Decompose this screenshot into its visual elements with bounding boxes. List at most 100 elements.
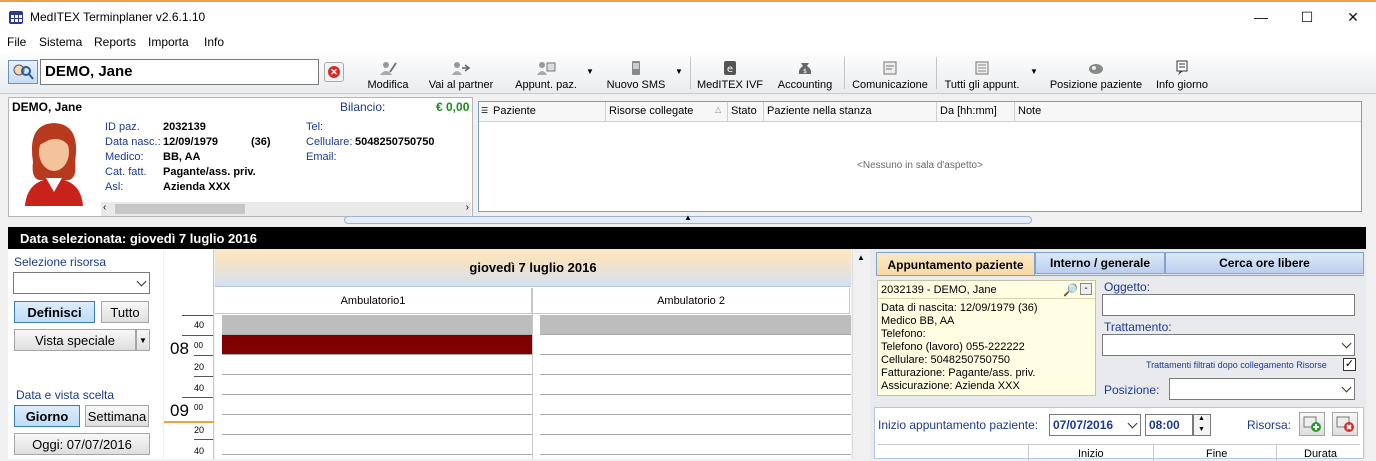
current-time-marker: [164, 421, 214, 423]
time-input[interactable]: 08:00: [1145, 414, 1193, 436]
waiting-room-grid[interactable]: ☰ Paziente Risorse collegate △ Stato Paz…: [478, 101, 1362, 212]
col-divider: [605, 102, 606, 122]
asl-label: Asl:: [105, 181, 124, 193]
blocked-slot: [222, 315, 533, 335]
tutto-button[interactable]: Tutto: [101, 301, 149, 323]
time-divider: [194, 355, 213, 356]
resource-table-header: Inizio Fine Durata: [878, 444, 1360, 461]
info-horizontal-scrollbar[interactable]: ‹ ›: [101, 202, 471, 216]
patient-info-panel: DEMO, Jane Bilancio: € 0,00 ID paz. 2032…: [8, 97, 473, 217]
col-note[interactable]: Note: [1018, 105, 1041, 117]
card-line: Telefono:: [881, 328, 926, 340]
menu-reports[interactable]: Reports: [94, 35, 136, 49]
scroll-thumb[interactable]: [115, 204, 245, 214]
filtro-checkbox[interactable]: ✓: [1343, 358, 1356, 371]
col-risorse-collegate[interactable]: Risorse collegate: [609, 105, 693, 117]
free-slot[interactable]: [222, 355, 533, 375]
time-label: 40: [194, 320, 205, 330]
maximize-button[interactable]: ☐: [1284, 2, 1330, 32]
tutti-gli-appunt-button[interactable]: Tutti gli appunt.: [942, 55, 1022, 91]
search-icon[interactable]: 🔎: [1063, 283, 1078, 297]
tutti-gli-appunt-dropdown-icon[interactable]: ▼: [1030, 67, 1038, 76]
oggetto-input[interactable]: [1102, 294, 1355, 316]
col-da-hhmm[interactable]: Da [hh:mm]: [940, 105, 997, 117]
posizione-select[interactable]: [1169, 378, 1355, 400]
nuovo-sms-button[interactable]: Nuovo SMS: [604, 55, 668, 91]
minimize-button[interactable]: —: [1238, 2, 1284, 32]
resource-select[interactable]: [13, 272, 150, 294]
scroll-right-icon[interactable]: ›: [466, 202, 469, 213]
date-picker[interactable]: 07/07/2016: [1049, 414, 1141, 436]
posizione-paziente-button[interactable]: Posizione paziente: [1046, 55, 1146, 91]
free-slot[interactable]: [540, 415, 851, 435]
appunt-paz-button[interactable]: Appunt. paz.: [510, 55, 582, 91]
appunt-paz-dropdown-icon[interactable]: ▼: [586, 67, 594, 76]
free-slot[interactable]: [222, 395, 533, 415]
chevron-down-icon: [1127, 418, 1138, 429]
vista-speciale-button[interactable]: Vista speciale: [14, 329, 136, 351]
free-slot[interactable]: [540, 355, 851, 375]
scroll-up-icon[interactable]: ▲: [857, 253, 865, 262]
add-resource-button[interactable]: [1299, 412, 1325, 436]
clear-patient-button[interactable]: ✕: [324, 62, 344, 82]
tab-cerca-ore-libere[interactable]: Cerca ore libere: [1165, 252, 1364, 274]
free-slot[interactable]: [540, 375, 851, 395]
vista-speciale-dropdown-icon[interactable]: ▼: [136, 329, 150, 351]
time-spinner[interactable]: ▲ ▼: [1193, 414, 1211, 436]
booked-slot[interactable]: [222, 335, 533, 355]
all-appointments-icon: [975, 61, 989, 75]
col-paziente[interactable]: Paziente: [493, 105, 536, 117]
col-paziente-nella-stanza[interactable]: Paziente nella stanza: [767, 105, 872, 117]
scroll-left-icon[interactable]: ‹: [103, 202, 106, 213]
appointment-time-section: Inizio appuntamento paziente: 07/07/2016…: [874, 407, 1364, 461]
tab-interno-generale[interactable]: Interno / generale: [1035, 252, 1165, 274]
sort-asc-icon: △: [715, 105, 722, 114]
free-slot[interactable]: [222, 375, 533, 395]
patient-search-button[interactable]: [8, 60, 38, 84]
trattamento-select[interactable]: [1102, 334, 1355, 356]
meditex-ivf-button[interactable]: e MedITEX IVF: [696, 55, 764, 91]
tab-appuntamento-paziente[interactable]: Appuntamento paziente: [876, 252, 1035, 276]
close-button[interactable]: ✕: [1330, 2, 1376, 32]
spin-up-icon[interactable]: ▲: [1198, 415, 1205, 422]
resource-header-ambulatorio1[interactable]: Ambulatorio1: [215, 288, 532, 314]
cell-value: 5048250750750: [355, 136, 435, 148]
menu-sistema[interactable]: Sistema: [39, 35, 82, 49]
ambulatorio2-slots[interactable]: [540, 315, 851, 455]
definisci-button[interactable]: Definisci: [14, 301, 95, 323]
comunicazione-label: Comunicazione: [852, 79, 928, 91]
patient-search-input[interactable]: DEMO, Jane: [40, 59, 319, 85]
card-line: Assicurazione: Azienda XXX: [881, 380, 1020, 392]
collapse-button[interactable]: -: [1080, 283, 1092, 295]
resource-header-ambulatorio2[interactable]: Ambulatorio 2: [533, 288, 850, 314]
settimana-button[interactable]: Settimana: [85, 405, 149, 427]
accounting-button[interactable]: $ Accounting: [774, 55, 836, 91]
grid-menu-icon[interactable]: ☰: [481, 106, 488, 115]
chevron-up-icon[interactable]: ▲: [684, 213, 692, 222]
comunicazione-button[interactable]: Comunicazione: [850, 55, 930, 91]
time-divider: [182, 397, 213, 398]
col-stato[interactable]: Stato: [731, 105, 757, 117]
free-slot[interactable]: [222, 435, 533, 455]
nuovo-sms-dropdown-icon[interactable]: ▼: [675, 67, 683, 76]
time-label: 20: [194, 425, 205, 435]
bilancio-value: € 0,00: [436, 100, 470, 114]
info-giorno-button[interactable]: Info giorno: [1152, 55, 1212, 91]
vai-al-partner-button[interactable]: Vai al partner: [424, 55, 498, 91]
spin-down-icon[interactable]: ▼: [1198, 426, 1205, 433]
accounting-label: Accounting: [777, 79, 833, 91]
modifica-button[interactable]: Modifica: [364, 55, 412, 91]
menu-importa[interactable]: Importa: [148, 35, 189, 49]
free-slot[interactable]: [222, 415, 533, 435]
ambulatorio1-slots[interactable]: [222, 315, 533, 455]
calendar-vertical-scrollbar[interactable]: ▲: [852, 249, 869, 459]
free-slot[interactable]: [540, 395, 851, 415]
oggi-button[interactable]: Oggi: 07/07/2016: [14, 433, 150, 455]
free-slot[interactable]: [540, 435, 851, 455]
giorno-button[interactable]: Giorno: [14, 405, 80, 427]
panel-splitter[interactable]: ▲: [344, 213, 1032, 224]
free-slot[interactable]: [540, 335, 851, 355]
remove-resource-button[interactable]: [1332, 412, 1358, 436]
menu-file[interactable]: File: [7, 35, 26, 49]
menu-info[interactable]: Info: [204, 35, 224, 49]
